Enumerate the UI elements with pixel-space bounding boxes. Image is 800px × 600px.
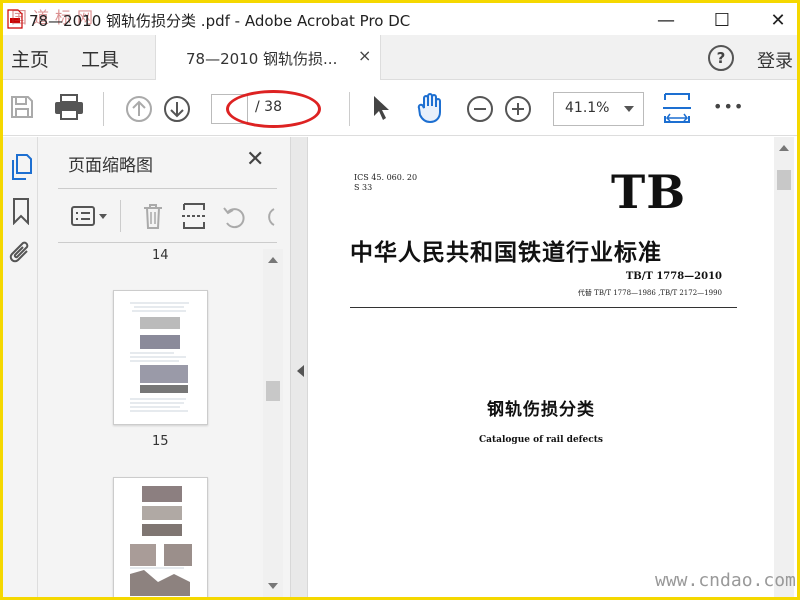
document-scrollbar[interactable] <box>774 137 794 597</box>
scroll-up-icon[interactable] <box>268 257 278 263</box>
next-page-icon[interactable] <box>163 95 191 123</box>
thumbnails-panel: 页面缩略图 ✕ 14 15 <box>38 137 290 597</box>
zoom-select[interactable]: 41.1% <box>553 92 644 126</box>
tab-bar: 主页 工具 78—2010 钢轨伤损... × ? 登录 <box>3 35 797 80</box>
thumbnail-list: 14 15 <box>38 243 283 597</box>
toolbar-separator <box>349 92 350 126</box>
scrollbar-thumb[interactable] <box>266 381 280 401</box>
fit-width-icon[interactable] <box>662 92 692 124</box>
scroll-down-icon[interactable] <box>268 583 278 589</box>
print-icon[interactable] <box>53 93 85 121</box>
thumbnail-page-number: 14 <box>152 248 169 263</box>
zoom-in-icon[interactable] <box>504 95 532 123</box>
document-tab[interactable]: 78—2010 钢轨伤损... × <box>155 35 381 80</box>
annotation-ellipse <box>226 90 321 128</box>
minimize-button[interactable]: — <box>643 7 689 33</box>
thumbnails-title: 页面缩略图 <box>68 156 153 176</box>
nav-home[interactable]: 主页 <box>11 45 49 72</box>
header-rule <box>350 307 737 308</box>
watermark-bottom: www.cndao.com <box>655 570 796 591</box>
document-title-cn: 钢轨伤损分类 <box>487 400 595 420</box>
hand-tool-icon[interactable] <box>416 92 446 124</box>
delete-icon[interactable] <box>141 202 165 230</box>
page-thumbnail[interactable] <box>113 477 208 597</box>
attachment-icon[interactable] <box>8 239 34 269</box>
close-tab-icon[interactable]: × <box>358 46 371 65</box>
main-toolbar: / 38 41.1% ••• <box>3 80 797 136</box>
extract-pages-icon[interactable] <box>181 202 207 230</box>
document-title-en: Catalogue of rail defects <box>479 435 603 445</box>
help-icon[interactable]: ? <box>708 45 734 71</box>
previous-page-icon[interactable] <box>125 95 153 123</box>
standard-title: 中华人民共和国铁道行业标准 <box>350 239 662 266</box>
document-tab-label: 78—2010 钢轨伤损... <box>186 50 338 68</box>
zoom-value: 41.1% <box>565 100 610 116</box>
replaces-note: 代替 TB/T 1778—1986 ,TB/T 2172—1990 <box>577 289 722 297</box>
rotate-right-icon[interactable] <box>262 204 277 230</box>
document-page: ICS 45. 060. 20 S 33 TB 中华人民共和国铁道行业标准 TB… <box>308 137 774 597</box>
nav-tools[interactable]: 工具 <box>81 45 119 72</box>
left-tool-rail <box>3 137 38 597</box>
more-options-icon[interactable]: ••• <box>713 97 744 116</box>
collapse-panel-icon[interactable] <box>297 365 304 377</box>
maximize-button[interactable]: ☐ <box>699 7 745 33</box>
title-bar: 国道标网 78—2010 钢轨伤损分类 .pdf - Adobe Acrobat… <box>3 3 797 35</box>
close-window-button[interactable]: ✕ <box>755 7 800 33</box>
toolbar-separator <box>103 92 104 126</box>
s-code: S 33 <box>354 183 373 192</box>
standard-logo: TB <box>611 165 687 219</box>
toolbar-separator <box>120 200 121 232</box>
thumbnail-scrollbar[interactable] <box>263 249 283 597</box>
chevron-down-icon <box>624 106 634 112</box>
bookmark-icon[interactable] <box>11 197 31 225</box>
save-icon[interactable] <box>9 94 35 120</box>
page-thumbnail[interactable] <box>113 290 208 425</box>
ics-code: ICS 45. 060. 20 <box>354 173 418 182</box>
divider <box>58 188 277 189</box>
thumbnail-content <box>130 486 192 596</box>
select-cursor-icon[interactable] <box>370 94 392 122</box>
window-title: 78—2010 钢轨伤损分类 .pdf - Adobe Acrobat Pro … <box>29 12 411 30</box>
zoom-out-icon[interactable] <box>466 95 494 123</box>
thumbnail-page-number: 15 <box>152 434 169 449</box>
thumbnail-content <box>130 302 189 412</box>
login-button[interactable]: 登录 <box>757 47 793 73</box>
thumbnail-toolbar <box>58 192 277 242</box>
standard-codes: ICS 45. 060. 20 S 33 <box>354 173 417 193</box>
rotate-left-icon[interactable] <box>222 204 248 230</box>
close-panel-icon[interactable]: ✕ <box>246 147 264 172</box>
panel-splitter[interactable] <box>290 137 308 597</box>
page-thumbnails-icon[interactable] <box>9 153 33 181</box>
thumbnail-options-icon[interactable] <box>70 204 110 228</box>
scroll-up-icon[interactable] <box>779 145 789 151</box>
standard-number: TB/T 1778—2010 <box>625 271 722 282</box>
scrollbar-thumb[interactable] <box>777 170 791 190</box>
